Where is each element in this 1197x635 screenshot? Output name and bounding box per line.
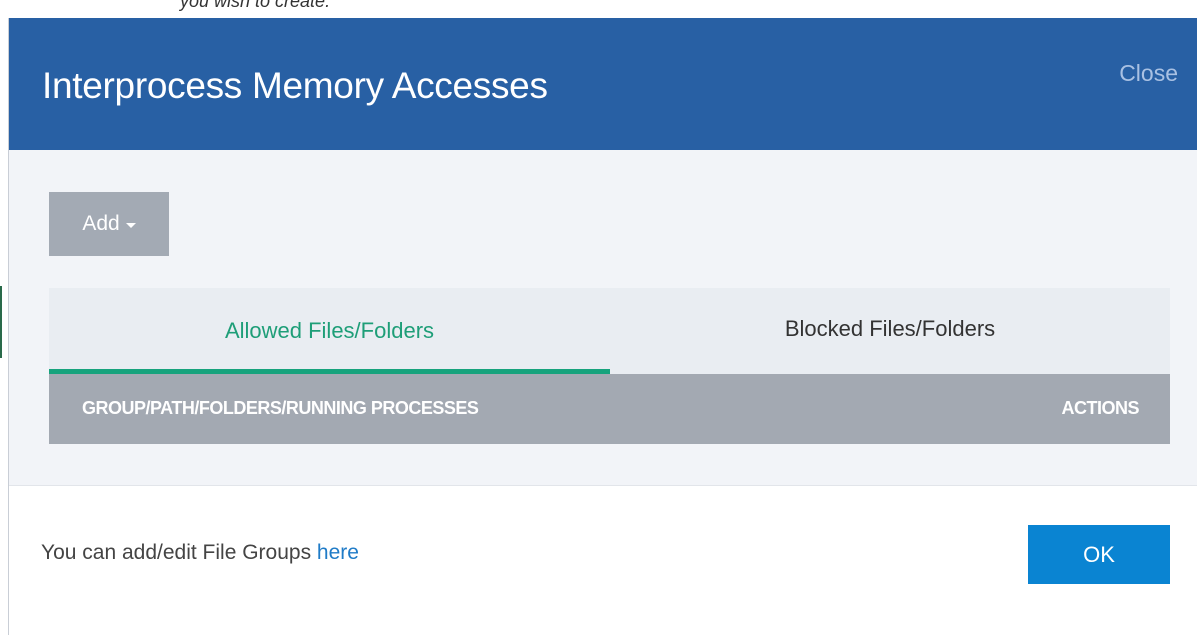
ok-button[interactable]: OK (1028, 525, 1170, 584)
tab-allowed-files-folders[interactable]: Allowed Files/Folders (49, 288, 610, 374)
interprocess-memory-dialog: Interprocess Memory Accesses Close Add A… (8, 18, 1197, 635)
add-button-label: Add (82, 212, 120, 235)
tab-blocked-files-folders[interactable]: Blocked Files/Folders (610, 288, 1170, 374)
table-header: GROUP/PATH/FOLDERS/RUNNING PROCESSES ACT… (49, 374, 1170, 444)
dialog-footer: You can add/edit File Groups here OK (9, 485, 1197, 635)
column-header-actions: ACTIONS (1061, 398, 1140, 418)
dialog-title: Interprocess Memory Accesses (42, 65, 548, 106)
tab-label: Blocked Files/Folders (784, 316, 996, 341)
dialog-header: Interprocess Memory Accesses Close (9, 18, 1197, 150)
file-groups-hint-text: You can add/edit File Groups (41, 541, 312, 564)
close-link[interactable]: Close (1119, 60, 1178, 87)
background-partial-text: you wish to create. (180, 0, 331, 11)
tab-label: Allowed Files/Folders (224, 318, 435, 343)
caret-down-icon (125, 223, 136, 228)
tab-bar: Allowed Files/Folders Blocked Files/Fold… (49, 288, 1170, 374)
column-header-path[interactable]: GROUP/PATH/FOLDERS/RUNNING PROCESSES (82, 398, 479, 419)
file-groups-here-link[interactable]: here (317, 541, 359, 564)
background-edge-mark (0, 286, 2, 358)
add-button[interactable]: Add (49, 192, 169, 256)
page: you wish to create. Interprocess Memory … (0, 0, 1197, 635)
file-groups-hint: You can add/edit File Groups here (41, 541, 359, 565)
